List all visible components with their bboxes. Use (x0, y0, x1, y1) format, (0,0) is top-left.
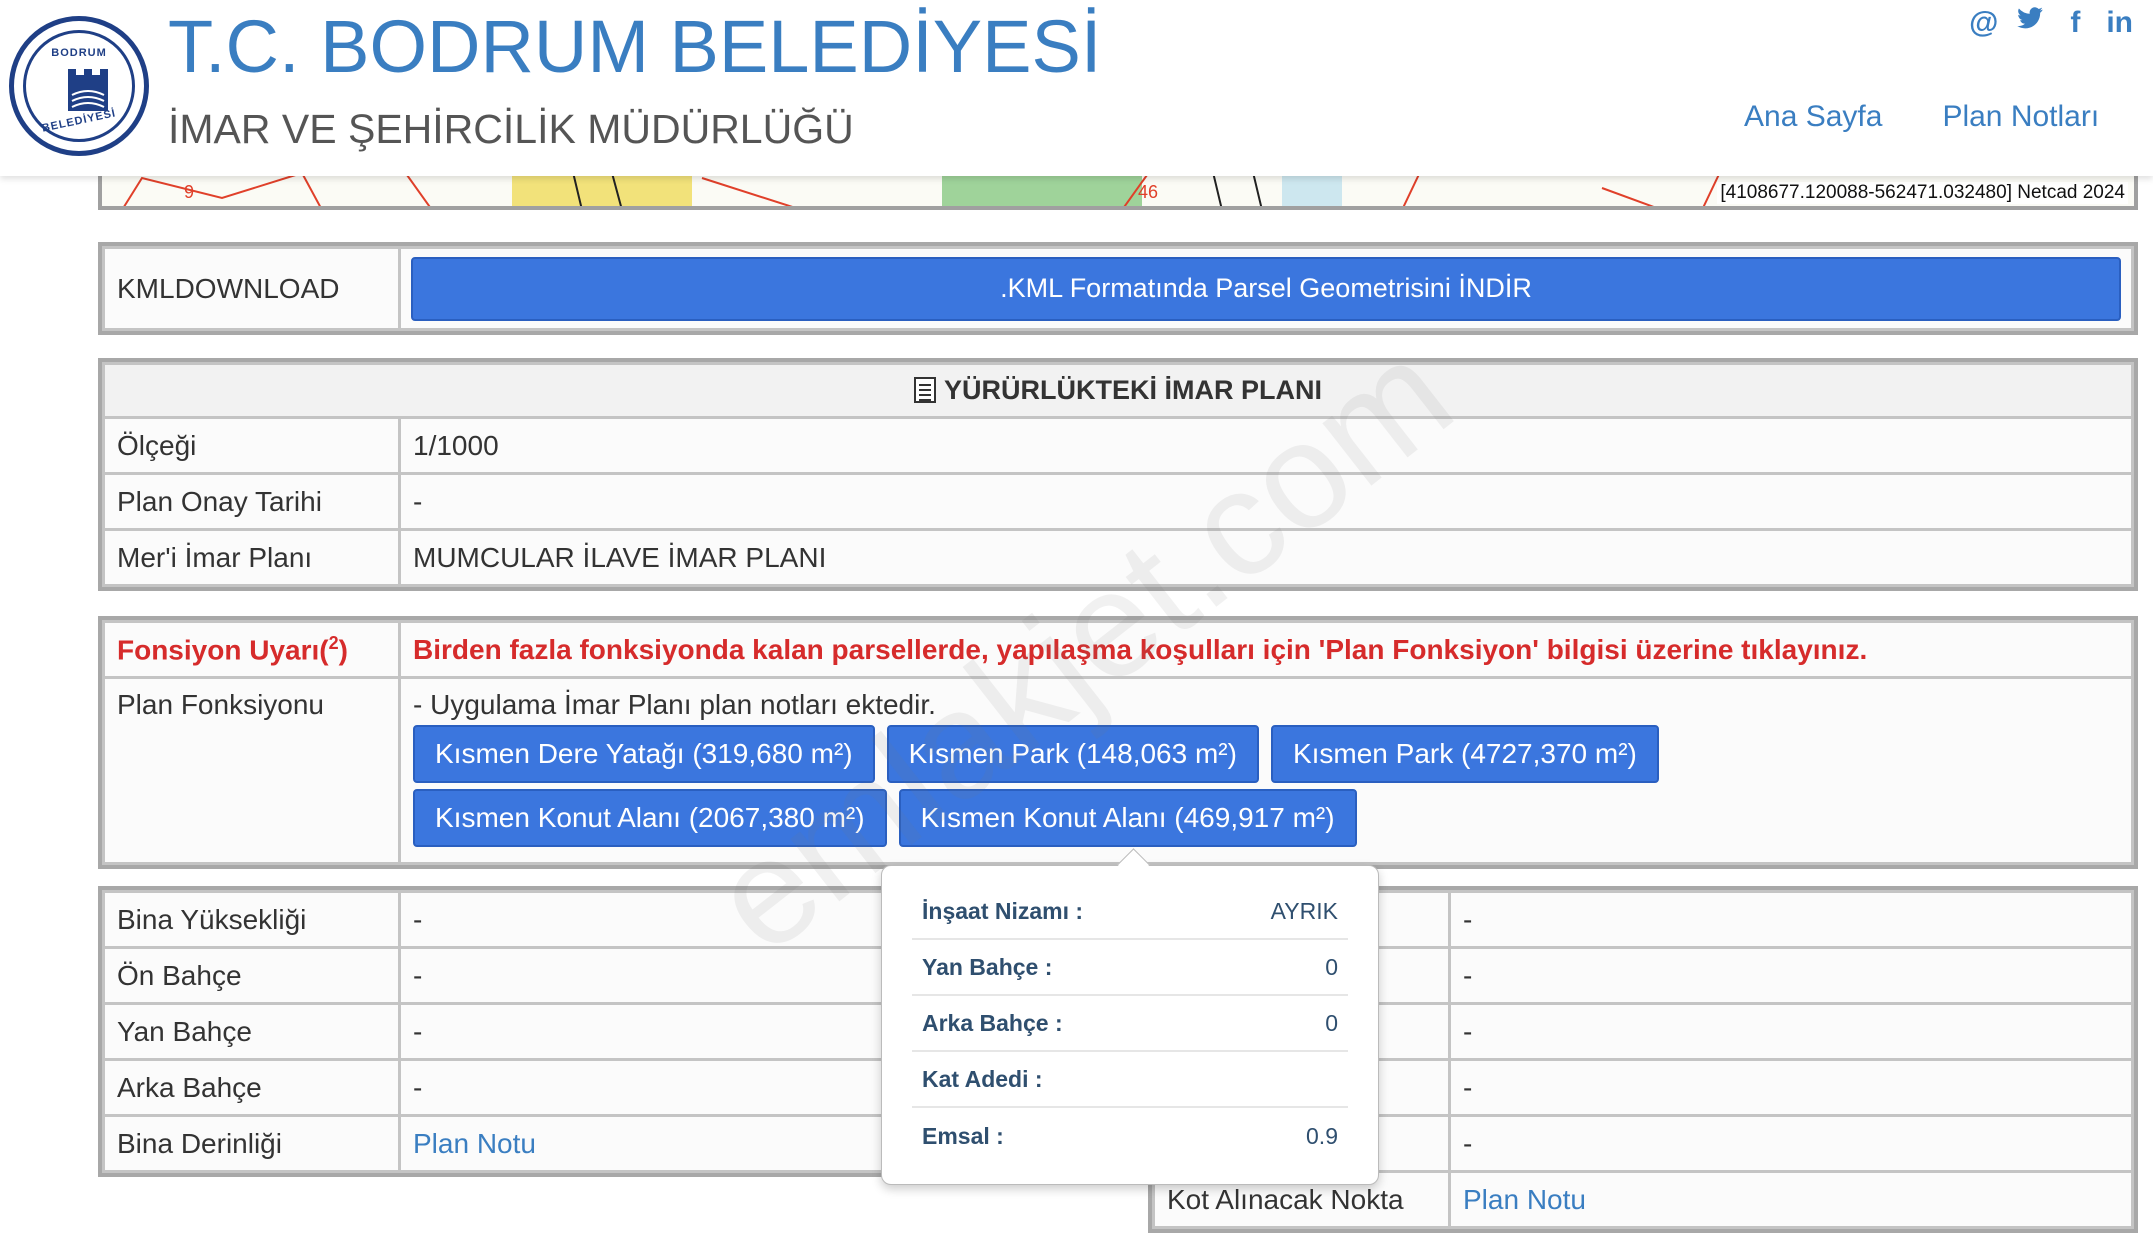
plan-function-note: - Uygulama İmar Planı plan notları ekted… (413, 689, 936, 720)
detail-key: Arka Bahçe (102, 1058, 401, 1117)
popover-row: İnşaat Nizamı : AYRIK (912, 884, 1348, 940)
plan-row-key: Mer'i İmar Planı (102, 528, 401, 587)
plan-row-value: 1/1000 (398, 416, 2134, 475)
popover-value: 0.9 (1306, 1122, 1338, 1149)
detail-key: Bina Yüksekliği (102, 890, 401, 949)
document-icon (914, 377, 936, 403)
popover-row: Kat Adedi : (912, 1052, 1348, 1108)
plan-row: Ölçeği 1/1000 (102, 416, 2134, 475)
popover-row: Yan Bahçe : 0 (912, 940, 1348, 996)
function-panel: Fonsiyon Uyarı(2) Birden fazla fonksiyon… (98, 616, 2138, 869)
kml-download-button[interactable]: .KML Formatında Parsel Geometrisini İNDİ… (411, 256, 2121, 321)
detail-key: Ön Bahçe (102, 946, 401, 1005)
detail-value: - (1448, 1002, 2134, 1061)
warning-label-text: Fonsiyon Uyarı( (117, 634, 329, 666)
logo-text-top: BODRUM (51, 47, 107, 59)
plan-row-key: Ölçeği (102, 416, 401, 475)
detail-value: - (1448, 890, 2134, 949)
function-button[interactable]: Kısmen Dere Yatağı (319,680 m²) (413, 725, 875, 783)
plan-row: Plan Onay Tarihi - (102, 472, 2134, 531)
popover-label: İnşaat Nizamı : (922, 897, 1084, 924)
plan-row-value: - (398, 472, 2134, 531)
castle-icon (68, 69, 108, 111)
plan-heading: YÜRÜRLÜKTEKİ İMAR PLANI (102, 362, 2134, 419)
kml-label: KMLDOWNLOAD (102, 246, 401, 331)
warning-label-sup: 2 (328, 632, 339, 653)
logo-ring: BODRUM BELEDİYESİ (23, 30, 135, 142)
social-links: @ f in (1969, 6, 2133, 40)
nav-home[interactable]: Ana Sayfa (1744, 100, 1882, 134)
plan-row-key: Plan Onay Tarihi (102, 472, 401, 531)
detail-key: Bina Derinliği (102, 1114, 401, 1173)
detail-value: - (1448, 1114, 2134, 1173)
main-nav: Ana Sayfa Plan Notları Y (1744, 100, 2153, 134)
function-button[interactable]: Kısmen Park (148,063 m²) (886, 725, 1259, 783)
popover-label: Arka Bahçe : (922, 1009, 1063, 1036)
plan-function-label: Plan Fonksiyonu (102, 676, 401, 865)
detail-value: - (1448, 1058, 2134, 1117)
function-button[interactable]: Kısmen Konut Alanı (469,917 m²) (898, 789, 1357, 847)
nav-plan-notes[interactable]: Plan Notları (1942, 100, 2099, 134)
function-button[interactable]: Kısmen Park (4727,370 m²) (1270, 725, 1659, 783)
plan-row: Mer'i İmar Planı MUMCULAR İLAVE İMAR PLA… (102, 528, 2134, 587)
plan-panel: YÜRÜRLÜKTEKİ İMAR PLANI Ölçeği 1/1000 Pl… (98, 358, 2138, 591)
function-buttons: Kısmen Dere Yatağı (319,680 m²) Kısmen Pa… (413, 725, 2119, 853)
popover-value: 0 (1325, 1009, 1338, 1036)
popover-label: Emsal : (922, 1122, 1004, 1149)
site-header: BODRUM BELEDİYESİ T.C. BODRUM BELEDİYESİ… (0, 0, 2153, 176)
popover-row: Arka Bahçe : 0 (912, 996, 1348, 1052)
detail-key: Yan Bahçe (102, 1002, 401, 1061)
popover-value: 0 (1325, 953, 1338, 980)
email-icon[interactable]: @ (1969, 6, 1998, 40)
function-warning-label: Fonsiyon Uyarı(2) (102, 620, 401, 679)
plan-heading-text: YÜRÜRLÜKTEKİ İMAR PLANI (944, 375, 1322, 405)
popover-label: Yan Bahçe : (922, 953, 1053, 980)
site-title[interactable]: T.C. BODRUM BELEDİYESİ (168, 4, 1101, 89)
popover-row: Emsal : 0.9 (912, 1108, 1348, 1164)
kml-cell: .KML Formatında Parsel Geometrisini İNDİ… (398, 246, 2134, 331)
municipality-logo[interactable]: BODRUM BELEDİYESİ (9, 16, 149, 156)
site-subtitle: İMAR VE ŞEHİRCİLİK MÜDÜRLÜĞÜ (168, 106, 854, 152)
warning-label-close: ) (338, 634, 348, 666)
linkedin-icon[interactable]: in (2106, 6, 2133, 40)
map-coordinates: [4108677.120088-562471.032480] Netcad 20… (1717, 182, 2128, 204)
function-warning-text: Birden fazla fonksiyonda kalan parseller… (398, 620, 2134, 679)
map-label: 46 (1138, 182, 1159, 202)
detail-value: - (1448, 946, 2134, 1005)
twitter-icon[interactable] (2016, 6, 2044, 40)
map-label: 9 (184, 182, 195, 202)
plan-function-cell: - Uygulama İmar Planı plan notları ekted… (398, 676, 2134, 865)
kot-plan-note-link[interactable]: Plan Notu (1448, 1170, 2134, 1229)
popover-value: AYRIK (1270, 897, 1338, 924)
function-popover: İnşaat Nizamı : AYRIK Yan Bahçe : 0 Arka B… (881, 865, 1379, 1185)
function-button[interactable]: Kısmen Konut Alanı (2067,380 m²) (413, 789, 887, 847)
kml-panel: KMLDOWNLOAD .KML Formatında Parsel Geome… (98, 242, 2138, 335)
popover-label: Kat Adedi : (922, 1065, 1043, 1092)
plan-row-value: MUMCULAR İLAVE İMAR PLANI (398, 528, 2134, 587)
facebook-icon[interactable]: f (2062, 6, 2088, 40)
